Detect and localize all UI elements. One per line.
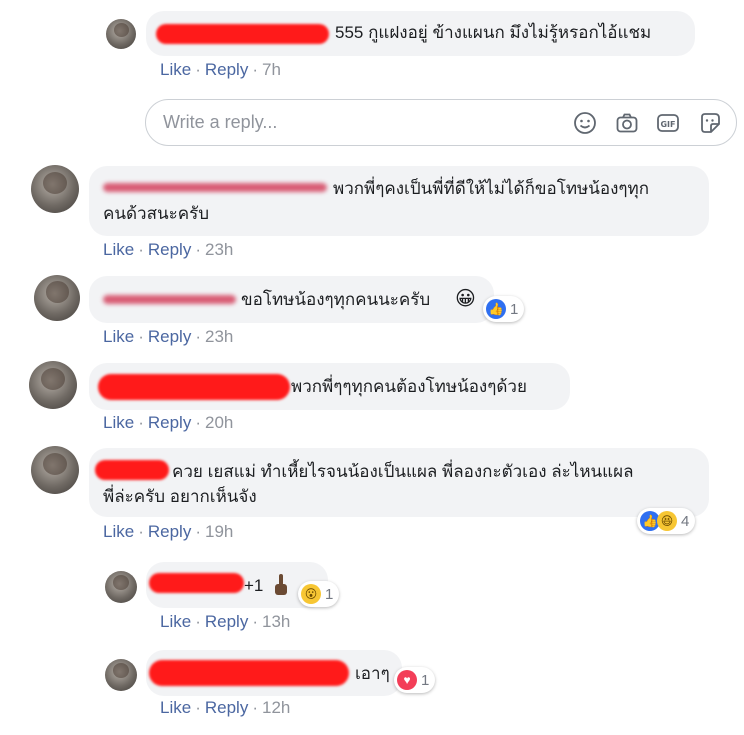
like-link[interactable]: Like [160,698,191,717]
comment-text-line2: คนด้วสนะครับ [103,204,210,223]
like-link[interactable]: Like [160,60,191,79]
reply-link[interactable]: Reply [148,240,191,259]
reply-placeholder: Write a reply... [163,112,278,132]
reply-link[interactable]: Reply [205,612,248,631]
reply-link[interactable]: Reply [148,413,191,432]
comment-text: พวกพี่ๆคงเป็นพี่ที่ดีให้ไม่ได้ก็ขอโทษน้อ… [333,179,650,198]
like-link[interactable]: Like [160,612,191,631]
reaction-summary[interactable]: 😮 1 [298,581,340,607]
haha-reaction-icon: 😆 [657,511,677,531]
reaction-summary[interactable]: 👍 😆 4 [637,508,696,534]
svg-text:GIF: GIF [660,120,675,129]
redacted-name [103,295,236,304]
avatar[interactable] [105,571,137,603]
comment-text: เอาๆ [355,664,390,683]
comment-actions: Like · Reply · 19h [103,522,234,541]
timestamp[interactable]: 20h [205,413,233,432]
redacted-name [149,573,244,593]
reply-link[interactable]: Reply [148,522,191,541]
reaction-count: 1 [325,585,334,603]
emoji-grin: 😀 [455,288,476,310]
camera-icon[interactable] [615,111,639,135]
reaction-summary[interactable]: ♥ 1 [394,667,436,693]
reply-link[interactable]: Reply [148,327,191,346]
redacted-name [95,460,169,480]
redacted-name [98,374,290,400]
love-reaction-icon: ♥ [397,670,417,690]
comment-actions: Like · Reply · 7h [160,60,281,79]
timestamp[interactable]: 19h [205,522,233,541]
comment-text-line2: พี่ล่ะครับ อยากเห็นจัง [103,487,257,506]
sticker-icon[interactable] [698,111,722,135]
comment-text: 555 กูแฝงอยู่ ข้างแผนก มึงไม่รู้หรอกไอ้แ… [335,23,652,42]
avatar[interactable] [34,275,80,321]
comment-text: +1 [244,576,264,595]
like-reaction-icon: 👍 [486,299,506,319]
redacted-name [149,660,349,686]
timestamp[interactable]: 12h [262,698,290,717]
middle-finger-emoji [275,574,287,595]
comment-actions: Like · Reply · 20h [103,413,234,432]
gif-icon[interactable]: GIF [656,111,680,135]
reaction-count: 4 [681,512,690,530]
timestamp[interactable]: 7h [262,60,281,79]
comment-text: ควย เยสแม่ ทำเหี้ยไรจนน้องเป็นแผล พี่ลอง… [172,462,634,481]
reaction-count: 1 [421,671,430,689]
avatar[interactable] [31,165,79,213]
avatar[interactable] [29,361,77,409]
reply-input[interactable]: Write a reply... GIF [145,99,737,146]
avatar[interactable] [105,659,137,691]
like-link[interactable]: Like [103,522,134,541]
reaction-summary[interactable]: 👍 1 [483,296,525,322]
like-link[interactable]: Like [103,327,134,346]
comment-actions: Like · Reply · 13h [160,612,291,631]
comment-actions: Like · Reply · 12h [160,698,291,717]
like-link[interactable]: Like [103,413,134,432]
timestamp[interactable]: 23h [205,327,233,346]
reaction-count: 1 [510,300,519,318]
reply-link[interactable]: Reply [205,698,248,717]
like-link[interactable]: Like [103,240,134,259]
redacted-name [156,24,329,44]
reply-link[interactable]: Reply [205,60,248,79]
wow-reaction-icon: 😮 [301,584,321,604]
comment-actions: Like · Reply · 23h [103,327,234,346]
comment-text: พวกพี่ๆๆทุกคนต้องโทษน้องๆด้วย [291,377,527,396]
comment-text: ขอโทษน้องๆทุกคนนะครับ [241,290,431,309]
timestamp[interactable]: 13h [262,612,290,631]
smiley-icon[interactable] [573,111,597,135]
comment-actions: Like · Reply · 23h [103,240,234,259]
timestamp[interactable]: 23h [205,240,233,259]
redacted-name [103,183,327,192]
avatar[interactable] [31,446,79,494]
avatar[interactable] [106,19,136,49]
